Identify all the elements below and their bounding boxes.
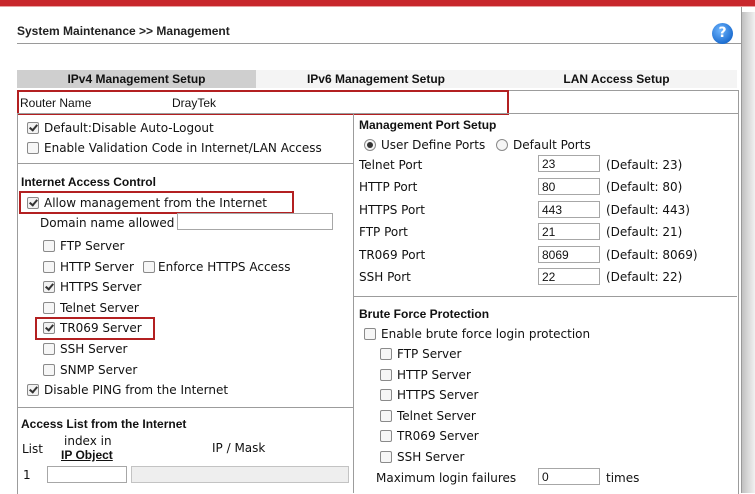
help-icon[interactable]: ? (712, 23, 733, 44)
ssh-server-label: SSH Server (60, 342, 128, 356)
validation-code-checkbox[interactable] (27, 142, 39, 154)
window-shadow (741, 12, 755, 493)
allow-management-label: Allow management from the Internet (44, 196, 267, 210)
access-list-col-list: List (22, 442, 43, 456)
page-title: System Maintenance >> Management (17, 24, 230, 38)
tab-bar: IPv4 Management Setup IPv6 Management Se… (17, 70, 737, 88)
https-server-label: HTTPS Server (60, 280, 142, 294)
enforce-https-checkbox[interactable] (143, 261, 155, 273)
user-define-ports-label: User Define Ports (381, 138, 486, 152)
max-login-failures-unit: times (606, 471, 640, 485)
domain-name-label: Domain name allowed (40, 216, 175, 230)
max-login-failures-label: Maximum login failures (376, 471, 517, 485)
validation-code-label: Enable Validation Code in Internet/LAN A… (44, 141, 322, 155)
access-list-col-index: index in (64, 434, 112, 448)
domain-name-input[interactable] (177, 213, 333, 230)
column-divider (353, 113, 354, 493)
brute-tr069-checkbox[interactable] (380, 430, 392, 442)
section-divider (17, 163, 353, 164)
https-port-input[interactable]: 443 (538, 201, 600, 218)
auto-logout-label: Default:Disable Auto-Logout (44, 121, 214, 135)
https-port-label: HTTPS Port (359, 203, 425, 217)
brute-http-label: HTTP Server (397, 368, 471, 382)
brute-https-checkbox[interactable] (380, 389, 392, 401)
ftp-server-checkbox[interactable] (43, 240, 55, 252)
tab-lan-access[interactable]: LAN Access Setup (496, 70, 737, 88)
telnet-port-input[interactable]: 23 (538, 155, 600, 172)
user-define-ports-radio[interactable] (364, 139, 376, 151)
telnet-server-checkbox[interactable] (43, 302, 55, 314)
telnet-port-label: Telnet Port (359, 158, 423, 172)
https-server-checkbox[interactable] (43, 281, 55, 293)
access-list-ipmask-input[interactable] (131, 466, 349, 483)
ftp-server-label: FTP Server (60, 239, 125, 253)
tr069-port-default: (Default: 8069) (606, 248, 698, 262)
tr069-server-checkbox[interactable] (43, 322, 55, 334)
disable-ping-label: Disable PING from the Internet (44, 383, 229, 397)
brute-force-title: Brute Force Protection (359, 307, 490, 321)
brute-ftp-checkbox[interactable] (380, 348, 392, 360)
tr069-port-label: TR069 Port (359, 248, 426, 262)
ftp-port-input[interactable]: 21 (538, 223, 600, 240)
title-divider (17, 43, 741, 44)
access-list-col-ipmask: IP / Mask (212, 441, 266, 455)
disable-ping-checkbox[interactable] (27, 384, 39, 396)
http-server-label: HTTP Server (60, 260, 134, 274)
access-list-title: Access List from the Internet (21, 417, 187, 431)
section-divider (353, 296, 737, 297)
default-ports-radio[interactable] (496, 139, 508, 151)
telnet-port-default: (Default: 23) (606, 158, 683, 172)
snmp-server-label: SNMP Server (60, 363, 138, 377)
max-login-failures-input[interactable]: 0 (538, 468, 600, 485)
internet-access-title: Internet Access Control (21, 175, 156, 189)
allow-management-checkbox[interactable] (27, 197, 39, 209)
brute-telnet-checkbox[interactable] (380, 410, 392, 422)
brute-force-enable-checkbox[interactable] (364, 328, 376, 340)
ip-object-link[interactable]: IP Object (61, 448, 113, 462)
tab-ipv4-management[interactable]: IPv4 Management Setup (17, 70, 256, 88)
brute-tr069-label: TR069 Server (397, 429, 479, 443)
brute-telnet-label: Telnet Server (397, 409, 476, 423)
brute-http-checkbox[interactable] (380, 369, 392, 381)
http-server-checkbox[interactable] (43, 261, 55, 273)
section-divider (17, 407, 353, 408)
snmp-server-checkbox[interactable] (43, 364, 55, 376)
ssh-port-input[interactable]: 22 (538, 268, 600, 285)
ssh-server-checkbox[interactable] (43, 343, 55, 355)
ftp-port-default: (Default: 21) (606, 225, 683, 239)
management-port-title: Management Port Setup (359, 118, 497, 132)
access-list-row-index: 1 (23, 468, 31, 482)
brute-ssh-label: SSH Server (397, 450, 465, 464)
brute-ssh-checkbox[interactable] (380, 451, 392, 463)
access-list-index-input[interactable] (47, 466, 127, 483)
router-name-highlight (17, 90, 509, 115)
brute-ftp-label: FTP Server (397, 347, 462, 361)
auto-logout-checkbox[interactable] (27, 122, 39, 134)
tab-ipv6-management[interactable]: IPv6 Management Setup (256, 70, 496, 88)
ssh-port-default: (Default: 22) (606, 270, 683, 284)
http-port-label: HTTP Port (359, 180, 418, 194)
ftp-port-label: FTP Port (359, 225, 408, 239)
telnet-server-label: Telnet Server (60, 301, 139, 315)
tr069-server-label: TR069 Server (60, 321, 142, 335)
brute-force-enable-label: Enable brute force login protection (381, 327, 591, 341)
enforce-https-label: Enforce HTTPS Access (158, 260, 291, 274)
brute-https-label: HTTPS Server (397, 388, 479, 402)
https-port-default: (Default: 443) (606, 203, 690, 217)
ssh-port-label: SSH Port (359, 270, 411, 284)
tr069-port-input[interactable]: 8069 (538, 246, 600, 263)
http-port-default: (Default: 80) (606, 180, 683, 194)
http-port-input[interactable]: 80 (538, 178, 600, 195)
default-ports-label: Default Ports (513, 138, 591, 152)
